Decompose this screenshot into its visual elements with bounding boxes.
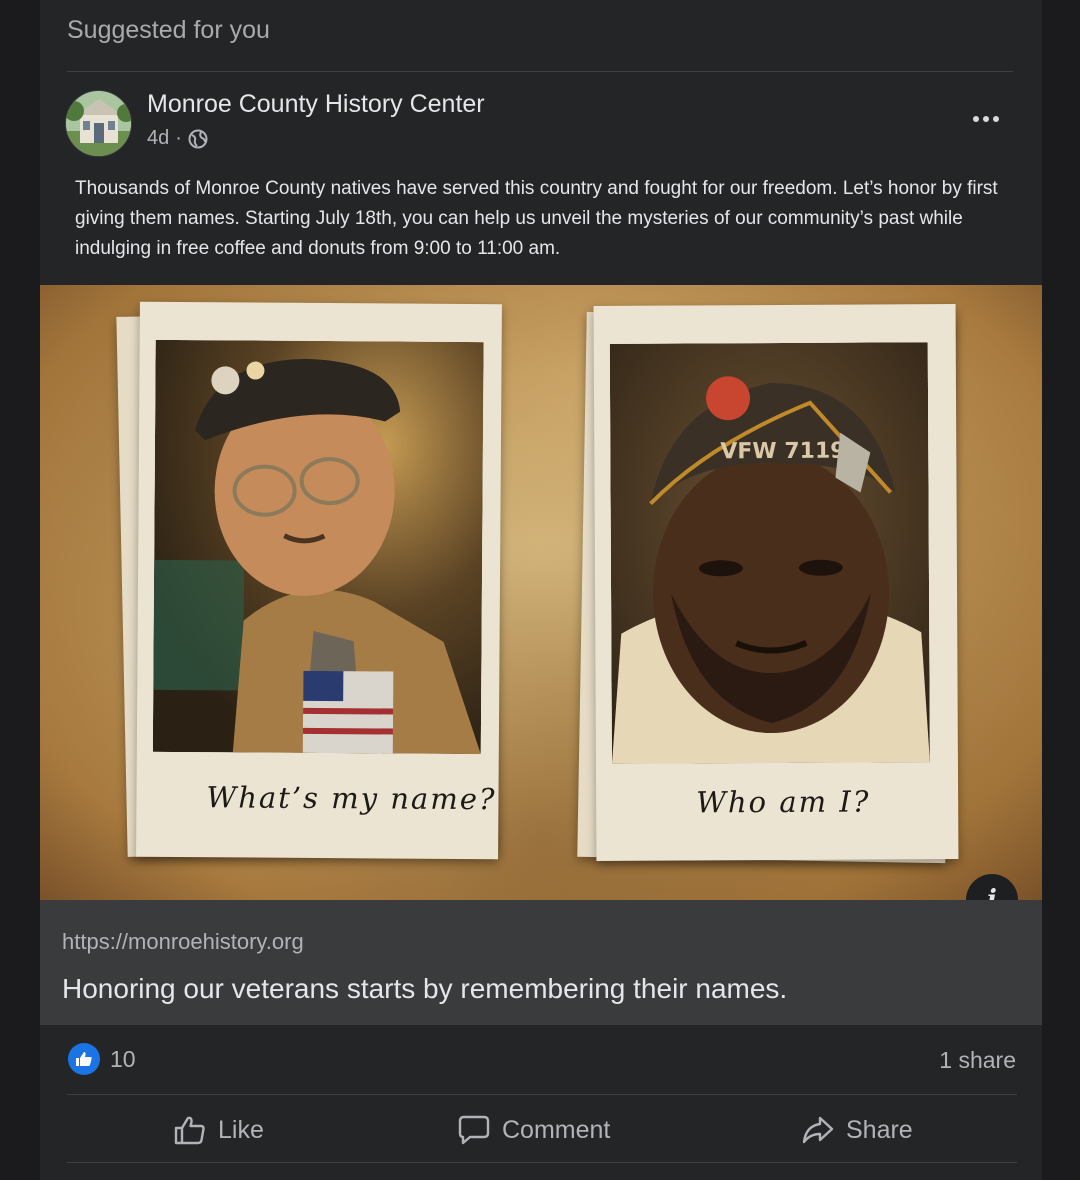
cap-text: VFW 7119 (720, 439, 845, 465)
like-reaction-icon (68, 1043, 100, 1075)
comment-label: Comment (502, 1115, 611, 1144)
divider (67, 71, 1013, 72)
post-text: Thousands of Monroe County natives have … (75, 178, 998, 259)
avatar-building-image (66, 91, 131, 156)
page-name-link[interactable]: Monroe County History Center (147, 90, 485, 119)
dot-icon (993, 116, 999, 122)
polaroid-right: VFW 7119 Who am I? (593, 304, 959, 861)
post-meta: 4d · (147, 127, 208, 150)
more-options-button[interactable] (964, 104, 1008, 134)
link-url[interactable]: https://monroehistory.org (62, 929, 304, 955)
share-button[interactable]: Share (802, 1108, 913, 1152)
share-label: Share (846, 1115, 913, 1144)
caption-left: What’s my name? (206, 780, 497, 817)
veteran-photo-right: VFW 7119 (609, 342, 930, 764)
link-title[interactable]: Honoring our veterans starts by remember… (62, 973, 787, 1005)
veteran-photo-left (152, 339, 484, 755)
globe-icon (188, 129, 208, 149)
like-button[interactable]: Like (174, 1108, 264, 1152)
divider (67, 1162, 1017, 1163)
post-time[interactable]: 4d (147, 127, 169, 150)
share-count[interactable]: 1 share (939, 1047, 1016, 1074)
reactions-summary[interactable]: 10 (68, 1043, 136, 1075)
comment-button[interactable]: Comment (458, 1108, 610, 1152)
polaroid-left: What’s my name? (136, 301, 502, 860)
caption-right: Who am I? (696, 784, 871, 820)
page-avatar[interactable] (65, 90, 132, 157)
comment-icon (458, 1115, 490, 1145)
dot-icon (973, 116, 979, 122)
meta-separator: · (175, 127, 182, 149)
divider (67, 1094, 1017, 1095)
post-image[interactable]: What’s my name? VFW 7119 Who am I? (40, 285, 1042, 900)
reaction-count: 10 (110, 1045, 136, 1072)
dot-icon (983, 116, 989, 122)
link-preview[interactable] (40, 900, 1042, 1025)
share-arrow-icon (802, 1116, 834, 1144)
like-label: Like (218, 1115, 264, 1144)
thumbs-up-icon (174, 1116, 205, 1145)
suggested-heading: Suggested for you (67, 16, 270, 44)
